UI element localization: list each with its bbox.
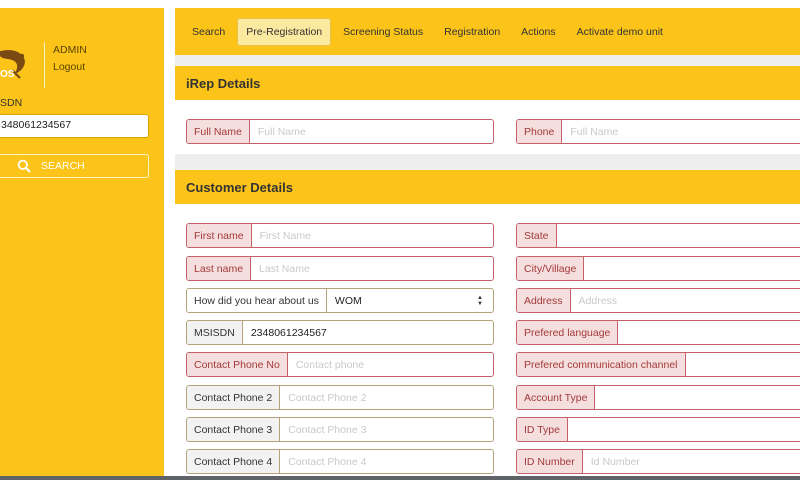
logo-separator (44, 42, 45, 88)
first-name-label: First name (187, 224, 252, 247)
irep-phone-label: Phone (517, 120, 563, 143)
nav-actions[interactable]: Actions (512, 18, 564, 46)
referral-source-group: How did you hear about us WOM ▲ ▼ (186, 288, 494, 313)
last-name-input[interactable]: Last Name (251, 257, 493, 280)
irep-details-header: iRep Details (175, 66, 800, 100)
msisdn-label: MSISDN (187, 321, 243, 344)
search-icon (17, 159, 31, 173)
city-village-label: City/Village (517, 257, 585, 280)
preferred-channel-label: Prefered communication channel (517, 353, 686, 376)
contact-phone-4-group: Contact Phone 4 Contact Phone 4 (186, 449, 494, 474)
id-number-group: ID Number Id Number (516, 449, 800, 474)
address-input[interactable]: Address (571, 289, 800, 312)
irep-full-name-label: Full Name (187, 120, 250, 143)
referral-source-label: How did you hear about us (187, 289, 327, 312)
select-arrows-icon: ▲ ▼ (477, 294, 483, 307)
contact-phone-4-input[interactable]: Contact Phone 4 (280, 450, 493, 473)
contact-phone-3-group: Contact Phone 3 Contact Phone 3 (186, 417, 494, 442)
address-label: Address (517, 289, 571, 312)
last-name-group: Last name Last Name (186, 256, 494, 281)
address-group: Address Address (516, 288, 800, 313)
referral-source-select[interactable]: WOM ▲ ▼ (327, 289, 493, 312)
spacer (175, 55, 800, 66)
msisdn-input[interactable]: 2348061234567 (243, 321, 493, 344)
preferred-channel-input[interactable] (686, 353, 800, 376)
search-button-label: SEARCH (41, 160, 85, 172)
contact-phone-2-input[interactable]: Contact Phone 2 (280, 386, 493, 409)
city-village-group: City/Village (516, 256, 800, 281)
preferred-language-group: Prefered language (516, 320, 800, 345)
logout-link[interactable]: Logout (53, 61, 85, 73)
msisdn-group: MSISDN 2348061234567 (186, 320, 494, 345)
id-type-input[interactable] (568, 418, 800, 441)
irep-full-name-input[interactable]: Full Name (250, 120, 493, 143)
contact-phone-3-label: Contact Phone 3 (187, 418, 281, 441)
account-type-label: Account Type (517, 386, 596, 409)
contact-phone-2-label: Contact Phone 2 (187, 386, 281, 409)
customer-details-header: Customer Details (175, 170, 800, 204)
first-name-group: First name First Name (186, 223, 494, 248)
referral-source-value: WOM (334, 294, 362, 307)
state-label: State (517, 224, 557, 247)
window-bottom-edge (0, 476, 800, 480)
nav-activate-demo-unit[interactable]: Activate demo unit (568, 18, 672, 46)
contact-phone-group: Contact Phone No Contact phone (186, 352, 494, 377)
search-button[interactable]: SEARCH (0, 154, 149, 178)
preferred-language-input[interactable] (618, 321, 800, 344)
brand-logo-text: OS (0, 69, 15, 80)
account-type-group: Account Type (516, 385, 800, 410)
top-nav: Search Pre-Registration Screening Status… (175, 8, 800, 55)
last-name-label: Last name (187, 257, 252, 280)
contact-phone-4-label: Contact Phone 4 (187, 450, 281, 473)
contact-phone-input[interactable]: Contact phone (288, 353, 493, 376)
irep-full-name-group: Full Name Full Name (186, 119, 494, 144)
nav-screening-status[interactable]: Screening Status (334, 18, 432, 46)
contact-phone-2-group: Contact Phone 2 Contact Phone 2 (186, 385, 494, 410)
customer-details-body: First name First Name Last name Last Nam… (175, 204, 800, 480)
msisdn-search-input[interactable]: 348061234567 (0, 114, 149, 138)
preferred-language-label: Prefered language (517, 321, 619, 344)
account-type-input[interactable] (595, 386, 800, 409)
contact-phone-3-input[interactable]: Contact Phone 3 (280, 418, 493, 441)
id-type-label: ID Type (517, 418, 568, 441)
id-type-group: ID Type (516, 417, 800, 442)
irep-phone-group: Phone Full Name (516, 119, 800, 144)
irep-phone-input[interactable]: Full Name (562, 120, 800, 143)
state-group: State (516, 223, 800, 248)
user-role: ADMIN (53, 44, 87, 56)
id-number-input[interactable]: Id Number (583, 450, 800, 473)
nav-registration[interactable]: Registration (435, 18, 509, 46)
nav-search[interactable]: Search (183, 18, 234, 46)
msisdn-search-label: SDN (0, 97, 23, 109)
first-name-input[interactable]: First Name (252, 224, 493, 247)
preferred-channel-group: Prefered communication channel (516, 352, 800, 377)
spacer (175, 154, 800, 170)
nav-pre-registration[interactable]: Pre-Registration (237, 17, 332, 46)
state-input[interactable] (557, 224, 800, 247)
city-village-input[interactable] (584, 257, 800, 280)
irep-details-body: Full Name Full Name Phone Full Name (175, 100, 800, 154)
id-number-label: ID Number (517, 450, 583, 473)
sidebar: OS ADMIN Logout SDN 348061234567 SEARCH (0, 8, 164, 480)
contact-phone-label: Contact Phone No (187, 353, 288, 376)
